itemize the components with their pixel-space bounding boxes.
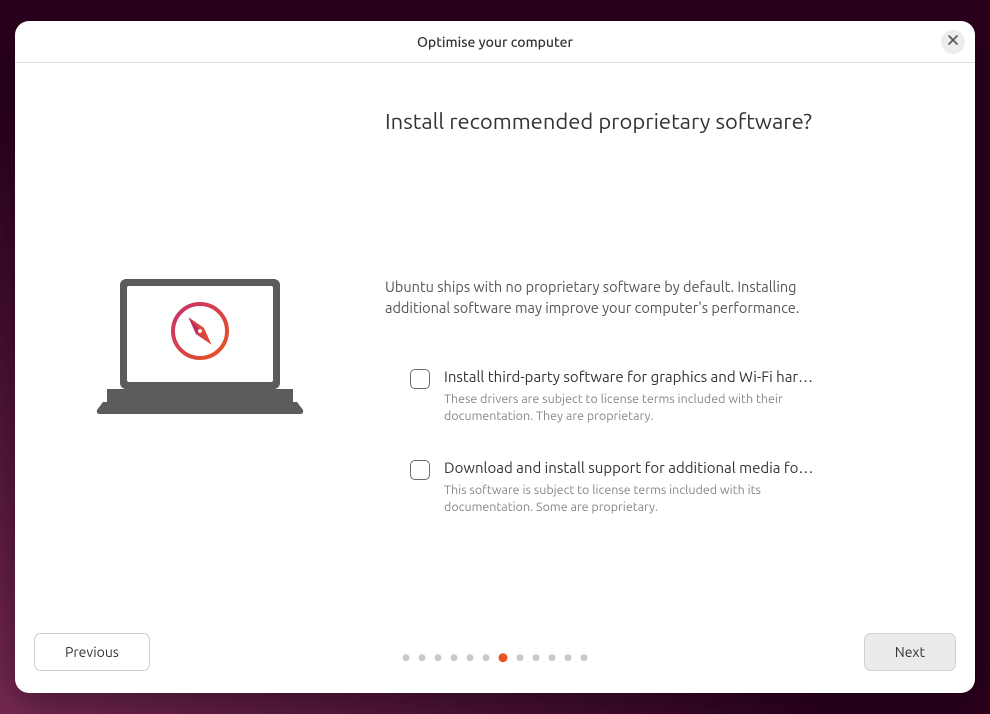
option-text: Install third-party software for graphic…: [444, 368, 815, 425]
option-third-party-drivers: Install third-party software for graphic…: [385, 368, 815, 425]
progress-dot: [419, 654, 426, 661]
content-area: Install recommended proprietary software…: [15, 63, 975, 625]
option-text: Download and install support for additio…: [444, 459, 815, 516]
progress-dots: [403, 654, 588, 662]
progress-dot: [499, 653, 508, 662]
progress-dot: [483, 654, 490, 661]
progress-dot: [451, 654, 458, 661]
progress-dot: [581, 654, 588, 661]
option-title: Download and install support for additio…: [444, 459, 815, 476]
footer: Previous Next: [15, 625, 975, 693]
option-subtitle: These drivers are subject to license ter…: [444, 391, 815, 425]
titlebar: Optimise your computer: [15, 21, 975, 63]
window-title: Optimise your computer: [417, 34, 573, 50]
close-icon: [947, 34, 959, 49]
option-title: Install third-party software for graphic…: [444, 368, 815, 385]
illustration-column: [15, 63, 385, 625]
installer-window: Optimise your computer: [15, 21, 975, 693]
previous-button[interactable]: Previous: [34, 633, 150, 671]
page-heading: Install recommended proprietary software…: [385, 109, 915, 134]
progress-dot: [467, 654, 474, 661]
text-column: Install recommended proprietary software…: [385, 63, 975, 625]
progress-dot: [533, 654, 540, 661]
laptop-illustration: [95, 274, 305, 414]
close-button[interactable]: [941, 30, 965, 54]
progress-dot: [565, 654, 572, 661]
next-button[interactable]: Next: [864, 633, 956, 671]
progress-dot: [403, 654, 410, 661]
progress-dot: [435, 654, 442, 661]
option-media-formats: Download and install support for additio…: [385, 459, 815, 516]
checkbox-third-party-drivers[interactable]: [410, 369, 430, 389]
progress-dot: [549, 654, 556, 661]
option-subtitle: This software is subject to license term…: [444, 482, 815, 516]
progress-dot: [517, 654, 524, 661]
page-description: Ubuntu ships with no proprietary softwar…: [385, 276, 815, 318]
checkbox-media-formats[interactable]: [410, 460, 430, 480]
